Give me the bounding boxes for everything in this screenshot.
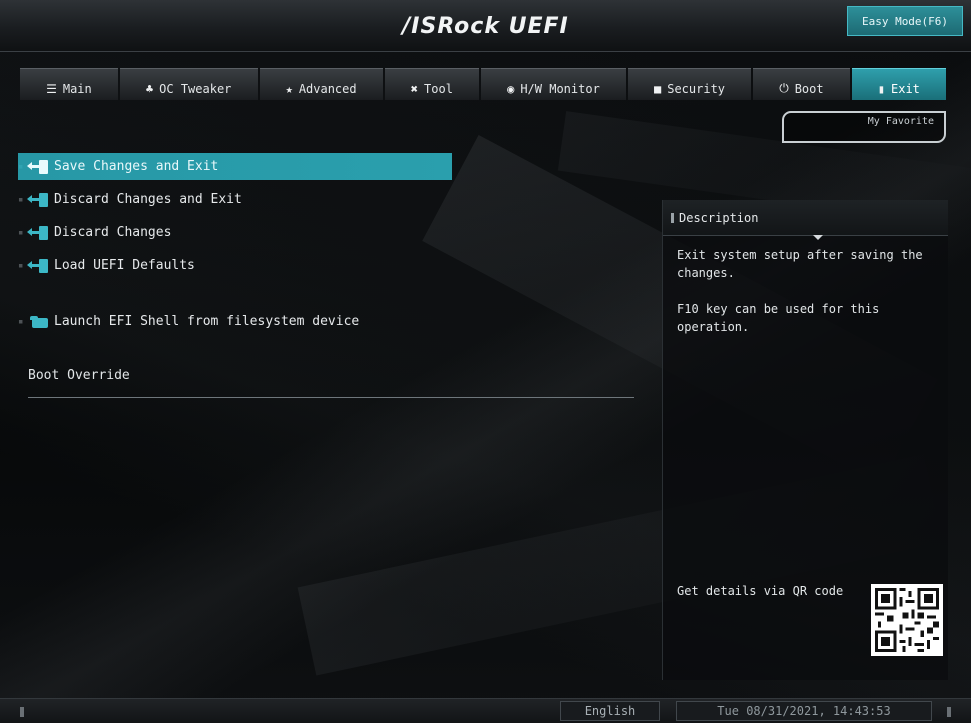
monitor-icon: ◉ — [507, 82, 515, 96]
easy-mode-button[interactable]: Easy Mode(F6) — [847, 6, 963, 36]
tools-icon: ✖ — [410, 82, 419, 96]
tab-advanced[interactable]: ★ Advanced — [259, 68, 383, 100]
tab-tool[interactable]: ✖ Tool — [384, 68, 480, 100]
tab-hw-monitor[interactable]: ◉ H/W Monitor — [481, 68, 626, 100]
language-selector[interactable]: English — [560, 701, 660, 721]
status-bar: English Tue 08/31/2021, 14:43:53 — [0, 698, 971, 723]
tab-label: Security — [667, 82, 726, 96]
boot-override-heading: Boot Override — [28, 368, 130, 383]
tab-label: Boot — [794, 82, 824, 96]
folder-icon — [30, 315, 48, 328]
exit-icon: ▮ — [877, 82, 885, 96]
status-bar-marker — [20, 707, 24, 717]
status-bar-marker — [947, 707, 951, 717]
tab-boot[interactable]: ⏻ Boot — [753, 68, 850, 100]
menu-item-save-changes-and-exit[interactable]: ▪ Save Changes and Exit — [18, 153, 452, 180]
tab-label: H/W Monitor — [520, 82, 600, 96]
exit-door-icon — [27, 159, 48, 174]
qr-code-label: Get details via QR code — [677, 584, 844, 598]
star-icon: ★ — [285, 82, 293, 96]
menu-item-label: Save Changes and Exit — [54, 159, 219, 174]
menu-item-label: Launch EFI Shell from filesystem device — [54, 314, 360, 329]
description-paragraph: F10 key can be used for this operation. — [677, 302, 880, 334]
tab-exit[interactable]: ▮ Exit — [851, 68, 946, 100]
tab-main[interactable]: ☰ Main — [20, 68, 118, 100]
tab-security[interactable]: ■ Security — [627, 68, 752, 100]
qr-code-icon — [875, 588, 939, 652]
tab-oc-tweaker[interactable]: ♣ OC Tweaker — [119, 68, 258, 100]
menu-item-launch-efi-shell[interactable]: ▪ Launch EFI Shell from filesystem devic… — [18, 308, 452, 335]
power-icon: ⏻ — [779, 81, 789, 95]
list-icon: ☰ — [46, 82, 57, 96]
description-panel: Description Exit system setup after savi… — [662, 200, 948, 680]
exit-door-icon — [27, 258, 48, 273]
uefi-screen: /ISRock UEFI Easy Mode(F6) ☰ Main ♣ OC T… — [0, 0, 971, 723]
description-header: Description — [663, 200, 948, 240]
my-favorite-button[interactable]: My Favorite — [782, 111, 946, 143]
bullet-icon: ▪ — [18, 316, 24, 327]
shield-icon: ■ — [653, 82, 662, 96]
qr-code — [871, 584, 943, 656]
section-divider — [28, 397, 634, 398]
menu-item-label: Discard Changes — [54, 225, 172, 240]
description-paragraph: Exit system setup after saving the chang… — [677, 248, 923, 280]
description-title: Description — [679, 210, 759, 225]
menu-item-label: Load UEFI Defaults — [54, 258, 195, 273]
date-time-display: Tue 08/31/2021, 14:43:53 — [676, 701, 932, 721]
title-bar: /ISRock UEFI Easy Mode(F6) — [0, 0, 971, 52]
tab-label: Tool — [424, 82, 453, 96]
tab-label: OC Tweaker — [159, 82, 232, 96]
menu-item-load-uefi-defaults[interactable]: ▪ Load UEFI Defaults — [18, 252, 452, 279]
main-tab-bar: ☰ Main ♣ OC Tweaker ★ Advanced ✖ Tool ◉ … — [20, 68, 946, 100]
exit-door-icon — [27, 225, 48, 240]
menu-item-label: Discard Changes and Exit — [54, 192, 242, 207]
tab-label: Main — [62, 82, 92, 96]
caret-down-icon — [813, 235, 823, 240]
description-body: Exit system setup after saving the chang… — [663, 236, 948, 336]
menu-item-discard-changes[interactable]: ▪ Discard Changes — [18, 219, 452, 246]
menu-item-discard-changes-and-exit[interactable]: ▪ Discard Changes and Exit — [18, 186, 452, 213]
brand-logo: /ISRock UEFI — [402, 14, 569, 39]
tab-label: Advanced — [298, 82, 357, 96]
exit-door-icon — [27, 192, 48, 207]
rocket-icon: ♣ — [145, 82, 154, 96]
tab-label: Exit — [891, 82, 920, 96]
